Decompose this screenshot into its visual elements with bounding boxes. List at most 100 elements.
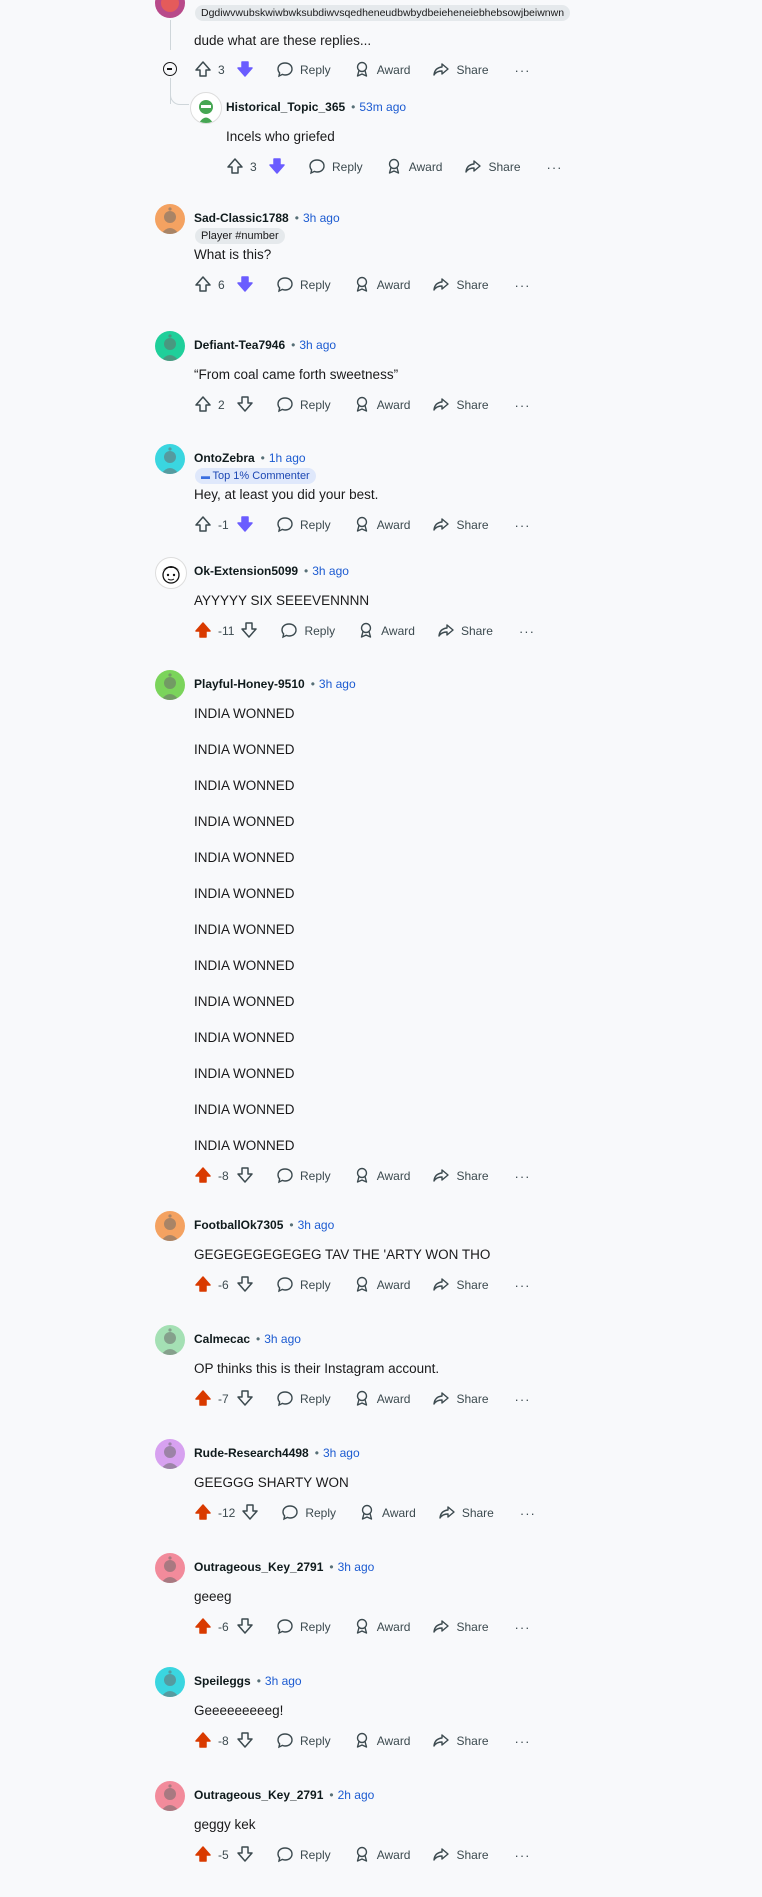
more-options-button[interactable]: ··· (520, 1506, 536, 1521)
reply-button[interactable]: Reply (280, 621, 335, 642)
reply-button[interactable]: Reply (276, 515, 331, 536)
downvote-icon[interactable] (236, 1845, 254, 1866)
share-button[interactable]: Share (432, 1389, 489, 1410)
downvote-icon[interactable] (236, 515, 254, 536)
award-button[interactable]: Award (353, 1389, 410, 1410)
reply-button[interactable]: Reply (281, 1503, 336, 1524)
timestamp-link[interactable]: 53m ago (359, 100, 406, 114)
upvote-icon[interactable] (194, 621, 212, 642)
upvote-icon[interactable] (194, 60, 212, 81)
reply-button[interactable]: Reply (276, 1389, 331, 1410)
award-button[interactable]: Award (353, 395, 410, 416)
username-link[interactable]: Ok-Extension5099 (194, 564, 298, 578)
collapse-thread-button[interactable] (163, 62, 177, 76)
timestamp-link[interactable]: 2h ago (338, 1788, 375, 1802)
timestamp-link[interactable]: 3h ago (265, 1674, 302, 1688)
username-link[interactable]: Defiant-Tea7946 (194, 338, 285, 352)
username-link[interactable]: Speileggs (194, 1674, 251, 1688)
more-options-button[interactable]: ··· (515, 1278, 531, 1293)
timestamp-link[interactable]: 3h ago (319, 677, 356, 691)
more-options-button[interactable]: ··· (515, 1169, 531, 1184)
share-button[interactable]: Share (432, 60, 489, 81)
reply-button[interactable]: Reply (276, 275, 331, 296)
avatar[interactable] (155, 1211, 185, 1241)
avatar[interactable] (155, 670, 185, 700)
avatar[interactable] (155, 1553, 185, 1583)
avatar[interactable] (155, 1781, 185, 1811)
more-options-button[interactable]: ··· (519, 624, 535, 639)
award-button[interactable]: Award (353, 1617, 410, 1638)
award-button[interactable]: Award (353, 1275, 410, 1296)
avatar[interactable] (155, 557, 187, 589)
downvote-icon[interactable] (236, 1166, 254, 1187)
upvote-icon[interactable] (194, 1731, 212, 1752)
share-button[interactable]: Share (432, 515, 489, 536)
award-button[interactable]: Award (353, 1731, 410, 1752)
avatar[interactable] (155, 204, 185, 234)
more-options-button[interactable]: ··· (515, 1620, 531, 1635)
reply-button[interactable]: Reply (308, 157, 363, 178)
username-link[interactable]: Sad-Classic1788 (194, 211, 289, 225)
downvote-icon[interactable] (236, 1731, 254, 1752)
more-options-button[interactable]: ··· (547, 160, 563, 175)
timestamp-link[interactable]: 1h ago (269, 451, 306, 465)
avatar[interactable] (155, 331, 185, 361)
reply-button[interactable]: Reply (276, 1731, 331, 1752)
share-button[interactable]: Share (432, 395, 489, 416)
award-button[interactable]: Award (357, 621, 415, 642)
reply-button[interactable]: Reply (276, 60, 331, 81)
more-options-button[interactable]: ··· (515, 1734, 531, 1749)
downvote-icon[interactable] (236, 1617, 254, 1638)
username-link[interactable]: FootballOk7305 (194, 1218, 283, 1232)
avatar[interactable] (155, 1439, 185, 1469)
share-button[interactable]: Share (432, 275, 489, 296)
timestamp-link[interactable]: 3h ago (298, 1218, 335, 1232)
timestamp-link[interactable]: 3h ago (264, 1332, 301, 1346)
more-options-button[interactable]: ··· (515, 1848, 531, 1863)
timestamp-link[interactable]: 3h ago (303, 211, 340, 225)
downvote-icon[interactable] (240, 621, 258, 642)
reply-button[interactable]: Reply (276, 395, 331, 416)
share-button[interactable]: Share (464, 157, 521, 178)
upvote-icon[interactable] (194, 1166, 212, 1187)
username-link[interactable]: Outrageous_Key_2791 (194, 1560, 323, 1574)
username-link[interactable]: Historical_Topic_365 (226, 100, 345, 114)
award-button[interactable]: Award (353, 275, 410, 296)
share-button[interactable]: Share (432, 1731, 489, 1752)
award-button[interactable]: Award (385, 157, 442, 178)
downvote-icon[interactable] (236, 1389, 254, 1410)
username-link[interactable]: Rude-Research4498 (194, 1446, 309, 1460)
avatar[interactable] (155, 0, 185, 18)
username-link[interactable]: Calmecac (194, 1332, 250, 1346)
upvote-icon[interactable] (194, 1503, 212, 1524)
reply-button[interactable]: Reply (276, 1845, 331, 1866)
upvote-icon[interactable] (194, 1389, 212, 1410)
avatar[interactable] (155, 444, 185, 474)
more-options-button[interactable]: ··· (515, 398, 531, 413)
reply-button[interactable]: Reply (276, 1166, 331, 1187)
username-link[interactable]: OntoZebra (194, 451, 255, 465)
upvote-icon[interactable] (194, 1275, 212, 1296)
timestamp-link[interactable]: 3h ago (338, 1560, 375, 1574)
timestamp-link[interactable]: 3h ago (323, 1446, 360, 1460)
avatar[interactable] (190, 92, 222, 124)
share-button[interactable]: Share (432, 1166, 489, 1187)
award-button[interactable]: Award (353, 1845, 410, 1866)
share-button[interactable]: Share (432, 1617, 489, 1638)
reply-button[interactable]: Reply (276, 1275, 331, 1296)
upvote-icon[interactable] (194, 395, 212, 416)
share-button[interactable]: Share (438, 1503, 494, 1524)
more-options-button[interactable]: ··· (515, 518, 531, 533)
upvote-icon[interactable] (194, 1845, 212, 1866)
share-button[interactable]: Share (432, 1845, 489, 1866)
upvote-icon[interactable] (194, 1617, 212, 1638)
more-options-button[interactable]: ··· (515, 1392, 531, 1407)
downvote-icon[interactable] (236, 395, 254, 416)
award-button[interactable]: Award (358, 1503, 416, 1524)
downvote-icon[interactable] (236, 60, 254, 81)
award-button[interactable]: Award (353, 1166, 410, 1187)
upvote-icon[interactable] (194, 515, 212, 536)
timestamp-link[interactable]: 3h ago (312, 564, 349, 578)
timestamp-link[interactable]: 3h ago (299, 338, 336, 352)
more-options-button[interactable]: ··· (515, 63, 531, 78)
